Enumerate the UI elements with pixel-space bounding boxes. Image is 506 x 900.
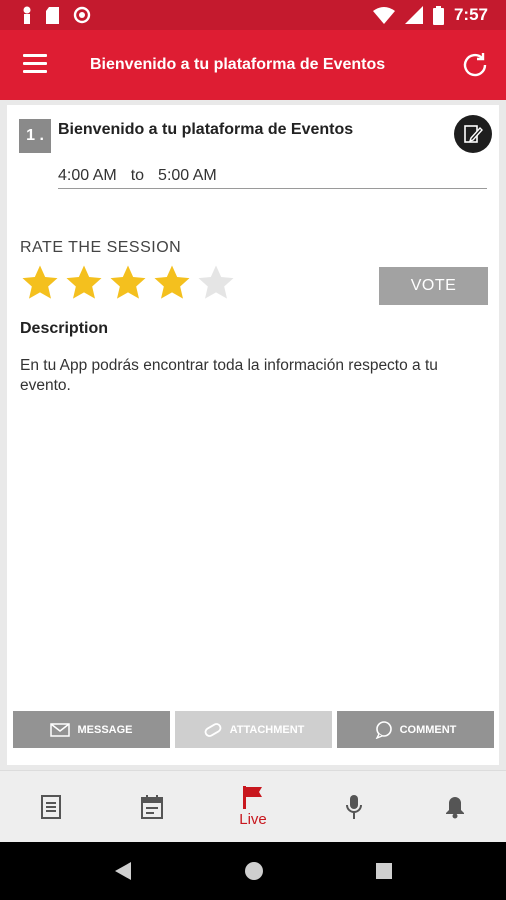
- nav-item-notifications[interactable]: [405, 771, 506, 842]
- description-text: En tu App podrás encontrar toda la infor…: [20, 357, 438, 394]
- vote-button[interactable]: VOTE: [379, 267, 488, 305]
- message-button[interactable]: MESSAGE: [13, 711, 170, 748]
- document-icon: [40, 794, 61, 819]
- rate-session-label: RATE THE SESSION: [20, 239, 182, 256]
- battery-icon: [432, 5, 444, 25]
- circle-icon: [73, 6, 91, 24]
- refresh-icon[interactable]: [460, 50, 490, 80]
- nav-item-calendar[interactable]: [101, 771, 202, 842]
- wifi-icon: [372, 7, 395, 24]
- hamburger-menu-icon[interactable]: [23, 54, 47, 74]
- session-time-row: 4:00 AM to 5:00 AM: [58, 167, 487, 189]
- edit-note-icon: [464, 125, 483, 143]
- session-card: 1 . Bienvenido a tu plataforma de Evento…: [7, 105, 499, 765]
- calendar-icon: [140, 794, 163, 819]
- attachment-label: ATTACHMENT: [229, 723, 305, 736]
- edit-note-button[interactable]: [454, 115, 492, 153]
- star-filled-icon[interactable]: [20, 263, 60, 303]
- session-number-badge: 1 .: [19, 119, 51, 153]
- status-time: 7:57: [453, 5, 488, 24]
- action-bar: MESSAGE ATTACHMENT COMMENT: [13, 711, 494, 748]
- message-label: MESSAGE: [77, 723, 133, 736]
- star-filled-icon[interactable]: [64, 263, 104, 303]
- star-rating[interactable]: [20, 263, 236, 303]
- star-filled-icon[interactable]: [108, 263, 148, 303]
- signal-icon: [404, 6, 423, 24]
- nav-item-microphone[interactable]: [304, 771, 405, 842]
- comment-label: COMMENT: [399, 723, 457, 736]
- person-icon: [23, 6, 31, 24]
- app-bar: Bienvenido a tu plataforma de Eventos: [0, 30, 506, 100]
- comment-bubble-icon: [375, 720, 392, 739]
- bottom-nav: Live: [0, 770, 506, 842]
- nav-label-live: Live: [239, 811, 267, 828]
- description-heading: Description: [20, 320, 109, 337]
- paperclip-icon: [204, 722, 221, 737]
- comment-button[interactable]: COMMENT: [337, 711, 494, 748]
- end-time: 5:00 AM: [158, 167, 217, 184]
- recents-icon[interactable]: [376, 863, 392, 879]
- star-filled-icon[interactable]: [152, 263, 192, 303]
- app-title: Bienvenido a tu plataforma de Eventos: [90, 56, 386, 73]
- flag-icon: [243, 786, 262, 809]
- to-label: to: [130, 167, 145, 184]
- start-time: 4:00 AM: [58, 167, 117, 184]
- microphone-icon: [346, 794, 363, 819]
- nav-item-document[interactable]: [0, 771, 101, 842]
- session-title: Bienvenido a tu plataforma de Eventos: [58, 121, 354, 138]
- back-icon[interactable]: [114, 861, 132, 881]
- envelope-icon: [50, 722, 71, 737]
- sd-card-icon: [46, 6, 59, 24]
- status-bar: 7:57: [0, 0, 506, 30]
- attachment-button[interactable]: ATTACHMENT: [175, 711, 332, 748]
- star-empty-icon[interactable]: [196, 263, 236, 303]
- system-nav-bar: [0, 842, 506, 900]
- home-icon[interactable]: [244, 861, 264, 881]
- bell-icon: [446, 796, 465, 818]
- nav-item-live[interactable]: Live: [202, 771, 303, 842]
